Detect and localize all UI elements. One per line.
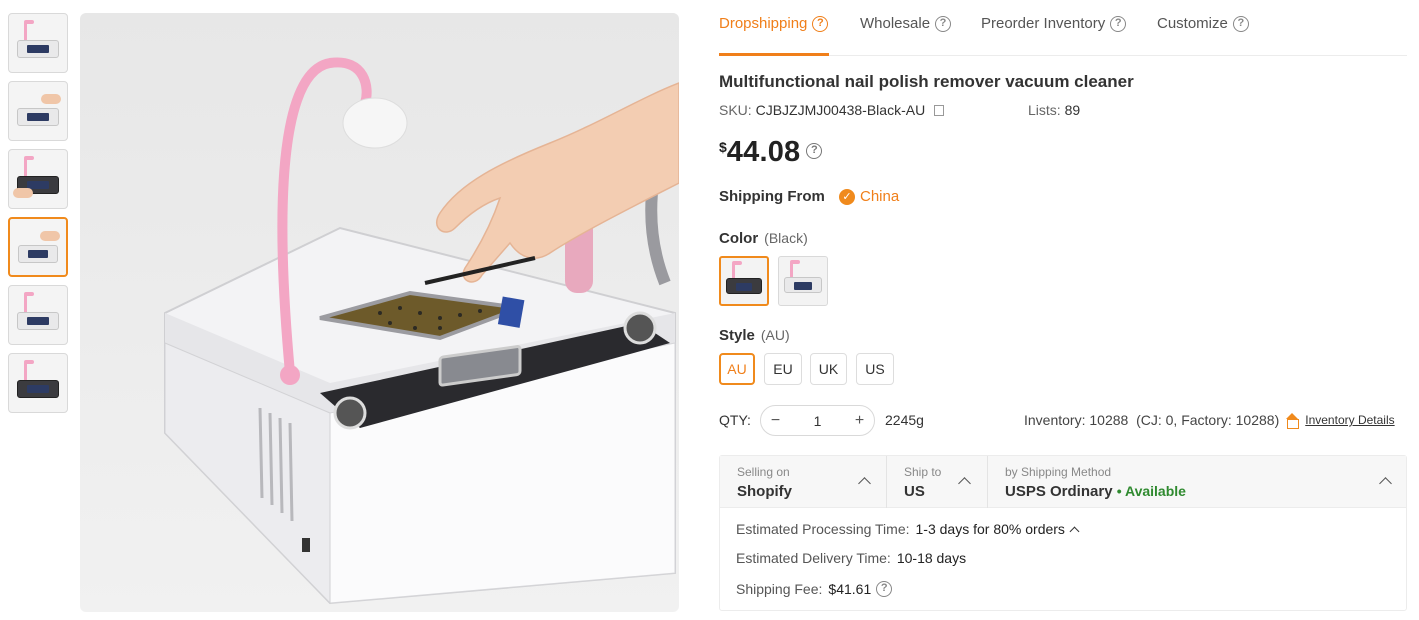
lists-count: Lists: 89 (1028, 102, 1080, 118)
thumbnail-1[interactable] (8, 13, 68, 73)
delivery-value: 10-18 days (896, 550, 967, 566)
style-selected: (AU) (760, 327, 790, 343)
color-label-row: Color (Black) (719, 230, 808, 247)
qty-input[interactable] (790, 412, 845, 429)
active-tab-indicator (719, 53, 829, 56)
shipping-header: Selling on Shopify Ship to US by Shippin… (720, 456, 1406, 508)
check-circle-icon: ✓ (839, 188, 855, 205)
thumbnail-3[interactable] (8, 149, 68, 209)
style-label: Style (719, 327, 755, 344)
tab-customize[interactable]: Customize ? (1157, 15, 1249, 32)
color-selected: (Black) (764, 230, 808, 246)
tab-dropshipping[interactable]: Dropshipping ? (719, 15, 829, 32)
thumbnail-2[interactable] (8, 81, 68, 141)
chevron-up-icon[interactable] (1069, 526, 1080, 536)
tab-preorder-inventory[interactable]: Preorder Inventory ? (981, 15, 1127, 32)
product-illustration (164, 57, 679, 605)
ship-to-value: US (904, 483, 925, 500)
thumbnail-6[interactable] (8, 353, 68, 413)
fee-label: Shipping Fee: (736, 581, 823, 597)
color-option-white[interactable] (778, 256, 828, 306)
qty-label: QTY: (719, 412, 751, 428)
sku-row: SKU: CJBJZJMJ00438-Black-AU (719, 102, 945, 118)
chevron-up-icon[interactable] (858, 477, 871, 490)
tab-label: Preorder Inventory (981, 15, 1106, 32)
color-label: Color (719, 230, 759, 247)
delivery-time-row: Estimated Delivery Time: 10-18 days (736, 550, 966, 566)
selling-on-value: Shopify (737, 483, 792, 500)
price-help-icon[interactable]: ? (806, 143, 823, 159)
shipping-method-selector[interactable]: by Shipping Method USPS Ordinary • Avail… (988, 456, 1406, 508)
style-option-uk[interactable]: UK (810, 353, 847, 385)
product-info-panel: Dropshipping ? Wholesale ? Preorder Inve… (719, 0, 1407, 620)
shipping-method-value: USPS Ordinary • Available (1005, 483, 1186, 500)
product-page: Dropshipping ? Wholesale ? Preorder Inve… (0, 0, 1419, 620)
tab-label: Dropshipping (719, 15, 808, 32)
chevron-up-icon[interactable] (958, 477, 971, 490)
processing-label: Estimated Processing Time: (736, 521, 910, 537)
copy-icon[interactable] (934, 105, 945, 116)
main-product-image (80, 13, 679, 612)
product-weight: 2245g (885, 412, 924, 428)
availability-status: • Available (1116, 483, 1186, 499)
lists-value: 89 (1064, 102, 1081, 118)
processing-time-row: Estimated Processing Time: 1-3 days for … (736, 521, 1080, 537)
help-icon[interactable]: ? (935, 15, 952, 32)
tab-wholesale[interactable]: Wholesale ? (860, 15, 952, 32)
currency-symbol: $ (719, 139, 727, 155)
product-price: $ 44.08 ? (719, 136, 823, 169)
color-option-black[interactable] (719, 256, 769, 306)
shipping-from-country: China (860, 188, 900, 205)
sku-value: CJBJZJMJ00438-Black-AU (755, 102, 926, 118)
shipping-from-option[interactable]: ✓ China (839, 188, 899, 205)
purchase-mode-tabs: Dropshipping ? Wholesale ? Preorder Inve… (719, 0, 1407, 56)
processing-value: 1-3 days for 80% orders (915, 521, 1065, 537)
shipping-box: Selling on Shopify Ship to US by Shippin… (719, 455, 1407, 611)
help-icon[interactable]: ? (1110, 15, 1127, 32)
thumbnail-5[interactable] (8, 285, 68, 345)
shipping-from-label: Shipping From (719, 188, 825, 205)
style-option-eu[interactable]: EU (764, 353, 802, 385)
selling-on-selector[interactable]: Selling on Shopify (720, 456, 887, 508)
style-option-us[interactable]: US (856, 353, 894, 385)
fee-help-icon[interactable]: ? (876, 581, 893, 597)
sku-label: SKU: (719, 102, 752, 118)
quantity-stepper: − + (760, 405, 875, 436)
tab-label: Wholesale (860, 15, 931, 32)
price-amount: 44.08 (726, 136, 801, 168)
selling-on-label: Selling on (737, 465, 790, 479)
shipping-method-label: by Shipping Method (1005, 465, 1112, 479)
ship-to-label: Ship to (904, 465, 942, 479)
thumbnail-strip (8, 13, 68, 421)
product-title: Multifunctional nail polish remover vacu… (719, 72, 1134, 91)
help-icon[interactable]: ? (1232, 15, 1249, 32)
lists-label: Lists: (1028, 102, 1061, 118)
style-option-au[interactable]: AU (719, 353, 755, 385)
inventory-details-link[interactable]: Inventory Details (1305, 413, 1394, 427)
shipping-fee-row: Shipping Fee: $41.61 ? (736, 581, 893, 597)
thumbnail-4-selected[interactable] (8, 217, 68, 277)
tab-label: Customize (1157, 15, 1228, 32)
inventory-row: Inventory: 10288 (CJ: 0, Factory: 10288)… (1024, 412, 1395, 429)
chevron-up-icon[interactable] (1379, 477, 1392, 490)
style-label-row: Style (AU) (719, 327, 790, 344)
inventory-text: Inventory: 10288 (CJ: 0, Factory: 10288) (1024, 412, 1280, 428)
help-icon[interactable]: ? (812, 15, 829, 32)
house-icon (1285, 413, 1300, 429)
delivery-label: Estimated Delivery Time: (736, 550, 891, 566)
ship-to-selector[interactable]: Ship to US (887, 456, 988, 508)
shipping-method-name: USPS Ordinary (1005, 483, 1113, 500)
qty-minus-button[interactable]: − (761, 412, 790, 430)
fee-value: $41.61 (828, 581, 872, 597)
qty-plus-button[interactable]: + (845, 412, 874, 430)
